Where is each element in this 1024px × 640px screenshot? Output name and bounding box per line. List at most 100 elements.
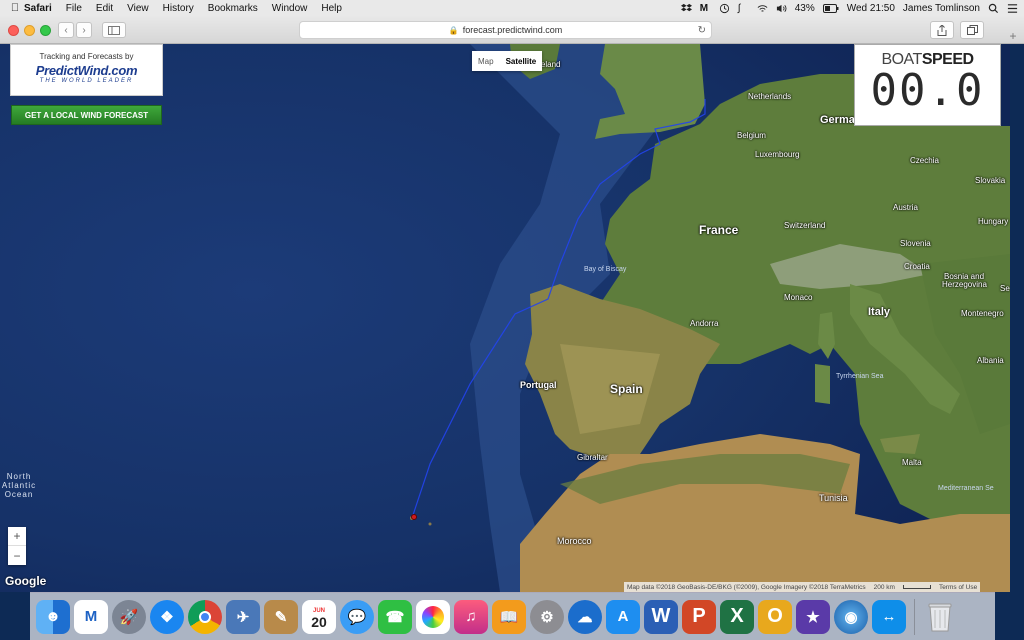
reload-icon[interactable]: ↻ xyxy=(698,25,706,36)
dropbox-icon[interactable] xyxy=(680,3,692,14)
menu-view[interactable]: View xyxy=(127,3,149,14)
local-wind-forecast-button[interactable]: GET A LOCAL WIND FORECAST xyxy=(11,105,162,125)
apple-icon[interactable]:  xyxy=(6,2,24,14)
attribution-text: Map data ©2018 GeoBasis-DE/BKG (©2009), … xyxy=(627,583,866,591)
notes-icon[interactable]: ✎ xyxy=(264,599,298,634)
teamviewer-icon[interactable]: ↔ xyxy=(872,599,906,634)
chrome-icon[interactable] xyxy=(188,599,222,634)
sidebar-button[interactable] xyxy=(102,22,126,38)
app-store-icon[interactable]: A xyxy=(606,599,640,634)
volume-icon[interactable] xyxy=(776,3,787,14)
zoom-in-button[interactable]: + xyxy=(8,527,26,546)
label-bay-of-biscay: Bay of Biscay xyxy=(584,266,627,273)
malwarebytes-icon[interactable]: M xyxy=(74,599,108,634)
scale-bar xyxy=(902,585,931,589)
map-type-control: Map Satellite xyxy=(472,51,543,71)
dock-separator xyxy=(914,598,915,635)
menu-edit[interactable]: Edit xyxy=(96,3,113,14)
word-icon[interactable]: W xyxy=(644,599,678,634)
map-type-map-button[interactable]: Map xyxy=(472,51,500,71)
messages-icon[interactable]: 💬 xyxy=(340,599,374,634)
share-icon xyxy=(937,24,947,36)
bluetooth-icon[interactable]: ∫ xyxy=(738,3,749,14)
menu-bar:  Safari File Edit View History Bookmark… xyxy=(0,0,1024,16)
lock-icon: 🔒 xyxy=(448,25,459,35)
back-button[interactable]: ‹ xyxy=(58,22,74,38)
plus-icon: + xyxy=(1009,29,1017,43)
label-monaco: Monaco xyxy=(784,293,813,302)
sidebar-icon xyxy=(108,25,120,35)
label-portugal: Portugal xyxy=(520,380,557,390)
label-albania: Albania xyxy=(977,356,1004,365)
preview-icon[interactable]: ✈ xyxy=(226,599,260,634)
satellite-map[interactable]: Ireland Netherlands Belgium Luxembourg G… xyxy=(0,44,1010,592)
browser-toolbar: ‹ › 🔒 forecast.predictwind.com ↻ xyxy=(0,16,1024,44)
fullscreen-window-button[interactable] xyxy=(40,25,51,36)
finder-icon[interactable]: ☻ xyxy=(36,599,70,634)
label-morocco: Morocco xyxy=(557,536,592,546)
notification-center-icon[interactable] xyxy=(1007,3,1018,14)
launchpad-icon[interactable]: 🚀 xyxy=(112,599,146,634)
label-herzegovina: Herzegovina xyxy=(942,280,987,289)
boat-position-marker[interactable] xyxy=(411,514,417,520)
label-italy: Italy xyxy=(868,306,891,318)
outlook-icon[interactable]: O xyxy=(758,599,792,634)
minimize-window-button[interactable] xyxy=(24,25,35,36)
map-terrain xyxy=(0,44,1010,592)
wifi-icon[interactable] xyxy=(757,3,768,14)
facetime-icon[interactable]: ☎ xyxy=(378,599,412,634)
battery-icon[interactable] xyxy=(822,3,839,14)
system-preferences-icon[interactable]: ⚙ xyxy=(530,599,564,634)
forward-button[interactable]: › xyxy=(76,22,92,38)
menu-help[interactable]: Help xyxy=(321,3,342,14)
terms-link[interactable]: Terms of Use xyxy=(939,584,977,591)
menu-file[interactable]: File xyxy=(66,3,82,14)
logo-brand: PredictWind.com xyxy=(35,63,138,78)
clock[interactable]: Wed 21:50 xyxy=(847,3,895,14)
label-france: France xyxy=(699,223,739,237)
label-malta: Malta xyxy=(902,458,922,467)
spotlight-icon[interactable] xyxy=(988,3,999,14)
ibooks-icon[interactable]: 📖 xyxy=(492,599,526,634)
label-spain: Spain xyxy=(610,382,643,396)
map-type-satellite-button[interactable]: Satellite xyxy=(500,51,543,71)
label-luxembourg: Luxembourg xyxy=(755,150,800,159)
dock: ☻ M 🚀 ❖ ✈ ✎ JUN 20 💬 ☎ ♫ 📖 ⚙ ☁ A W P X O… xyxy=(30,592,995,640)
label-austria: Austria xyxy=(893,203,918,212)
label-serbia: Se xyxy=(1000,284,1010,293)
globe-icon[interactable]: ◉ xyxy=(834,599,868,634)
menu-window[interactable]: Window xyxy=(272,3,308,14)
imovie-icon[interactable]: ★ xyxy=(796,599,830,634)
tabs-overview-button[interactable] xyxy=(960,21,984,39)
itunes-icon[interactable]: ♫ xyxy=(454,599,488,634)
share-button[interactable] xyxy=(930,21,954,39)
openoffice-icon[interactable]: ☁ xyxy=(568,599,602,634)
label-slovenia: Slovenia xyxy=(900,239,931,248)
url-text: forecast.predictwind.com xyxy=(462,25,563,35)
safari-icon[interactable]: ❖ xyxy=(150,599,184,634)
label-montenegro: Montenegro xyxy=(961,309,1004,318)
powerpoint-icon[interactable]: P xyxy=(682,599,716,634)
photos-icon[interactable] xyxy=(416,599,450,634)
menu-history[interactable]: History xyxy=(163,3,194,14)
zoom-control: + − xyxy=(8,527,26,565)
trash-icon[interactable] xyxy=(923,600,957,634)
new-tab-button[interactable]: + xyxy=(1004,29,1022,43)
zoom-out-button[interactable]: − xyxy=(8,546,26,565)
user-name[interactable]: James Tomlinson xyxy=(903,3,980,14)
time-machine-icon[interactable] xyxy=(719,3,730,14)
close-window-button[interactable] xyxy=(8,25,19,36)
predictwind-logo[interactable]: Tracking and Forecasts by PredictWind.co… xyxy=(10,44,163,96)
label-netherlands: Netherlands xyxy=(748,92,792,101)
malwarebytes-icon[interactable]: M xyxy=(700,3,711,14)
menu-safari[interactable]: Safari xyxy=(24,3,52,14)
battery-percent: 43% xyxy=(794,2,815,14)
label-andorra: Andorra xyxy=(690,319,719,328)
scale-label[interactable]: 200 km xyxy=(874,584,895,591)
calendar-icon[interactable]: JUN 20 xyxy=(302,599,336,634)
address-bar[interactable]: 🔒 forecast.predictwind.com ↻ xyxy=(299,21,712,39)
label-switzerland: Switzerland xyxy=(784,221,826,230)
excel-icon[interactable]: X xyxy=(720,599,754,634)
menu-bookmarks[interactable]: Bookmarks xyxy=(208,3,258,14)
google-logo: Google xyxy=(5,574,47,588)
